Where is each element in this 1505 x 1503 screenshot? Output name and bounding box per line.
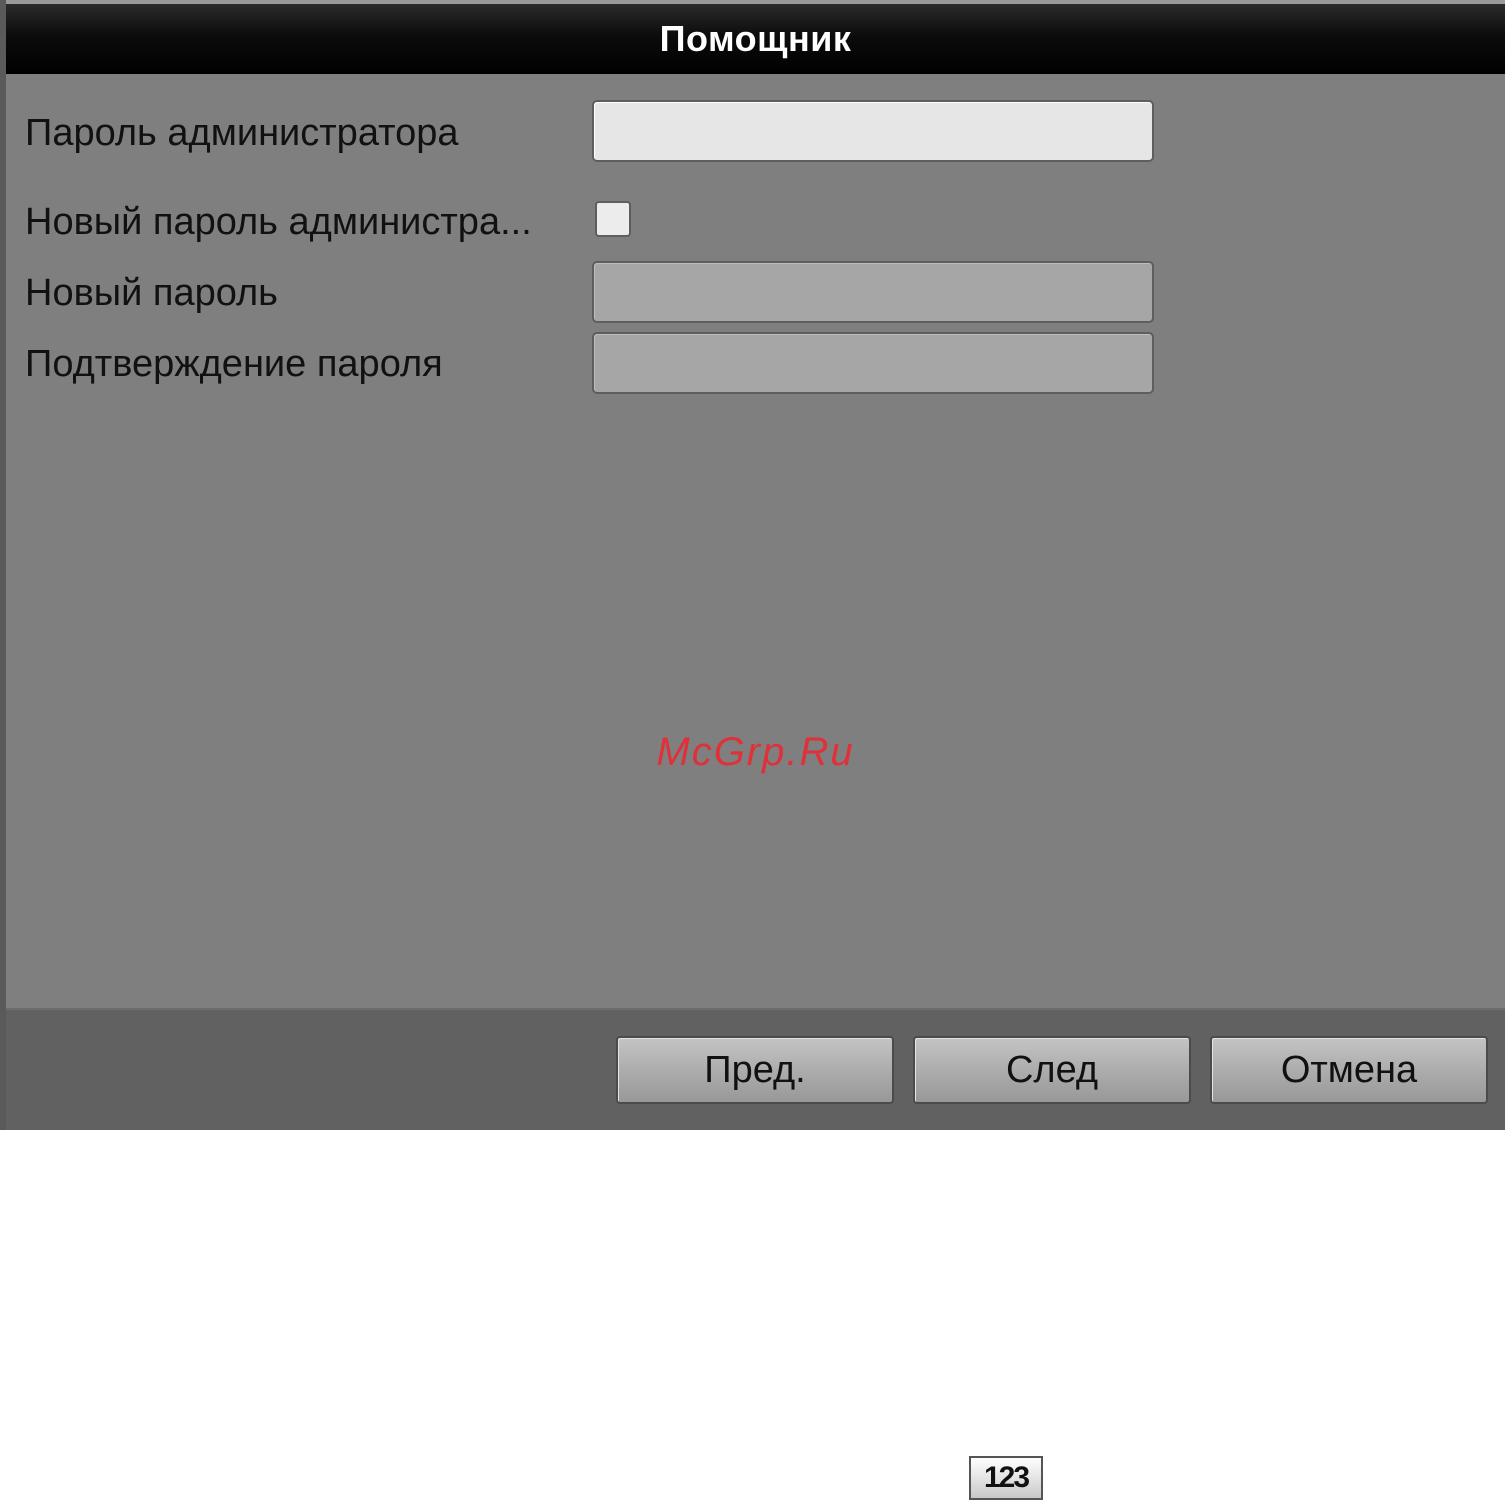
prev-button[interactable]: Пред. (616, 1036, 894, 1104)
cancel-button[interactable]: Отмена (1210, 1036, 1488, 1104)
dialog-titlebar: Помощник (6, 0, 1505, 74)
watermark: McGrp.Ru (656, 730, 855, 774)
confirm-password-label: Подтверждение пароля (25, 343, 443, 385)
new-admin-password-checkbox[interactable] (595, 201, 631, 237)
confirm-password-field[interactable] (592, 332, 1154, 394)
next-button[interactable]: След (913, 1036, 1191, 1104)
admin-password-field[interactable] (592, 100, 1154, 162)
new-admin-password-label: Новый пароль администра... (25, 201, 532, 243)
new-password-label: Новый пароль (25, 272, 278, 314)
dialog-footer: Пред. След Отмена (6, 1008, 1505, 1130)
dialog-title: Помощник (659, 18, 852, 59)
wizard-dialog: Помощник Пароль администратора Новый пар… (0, 0, 1505, 1130)
admin-password-label: Пароль администратора (25, 112, 459, 154)
new-password-field[interactable] (592, 261, 1154, 323)
numeric-keypad-icon: 123 (969, 1456, 1043, 1500)
